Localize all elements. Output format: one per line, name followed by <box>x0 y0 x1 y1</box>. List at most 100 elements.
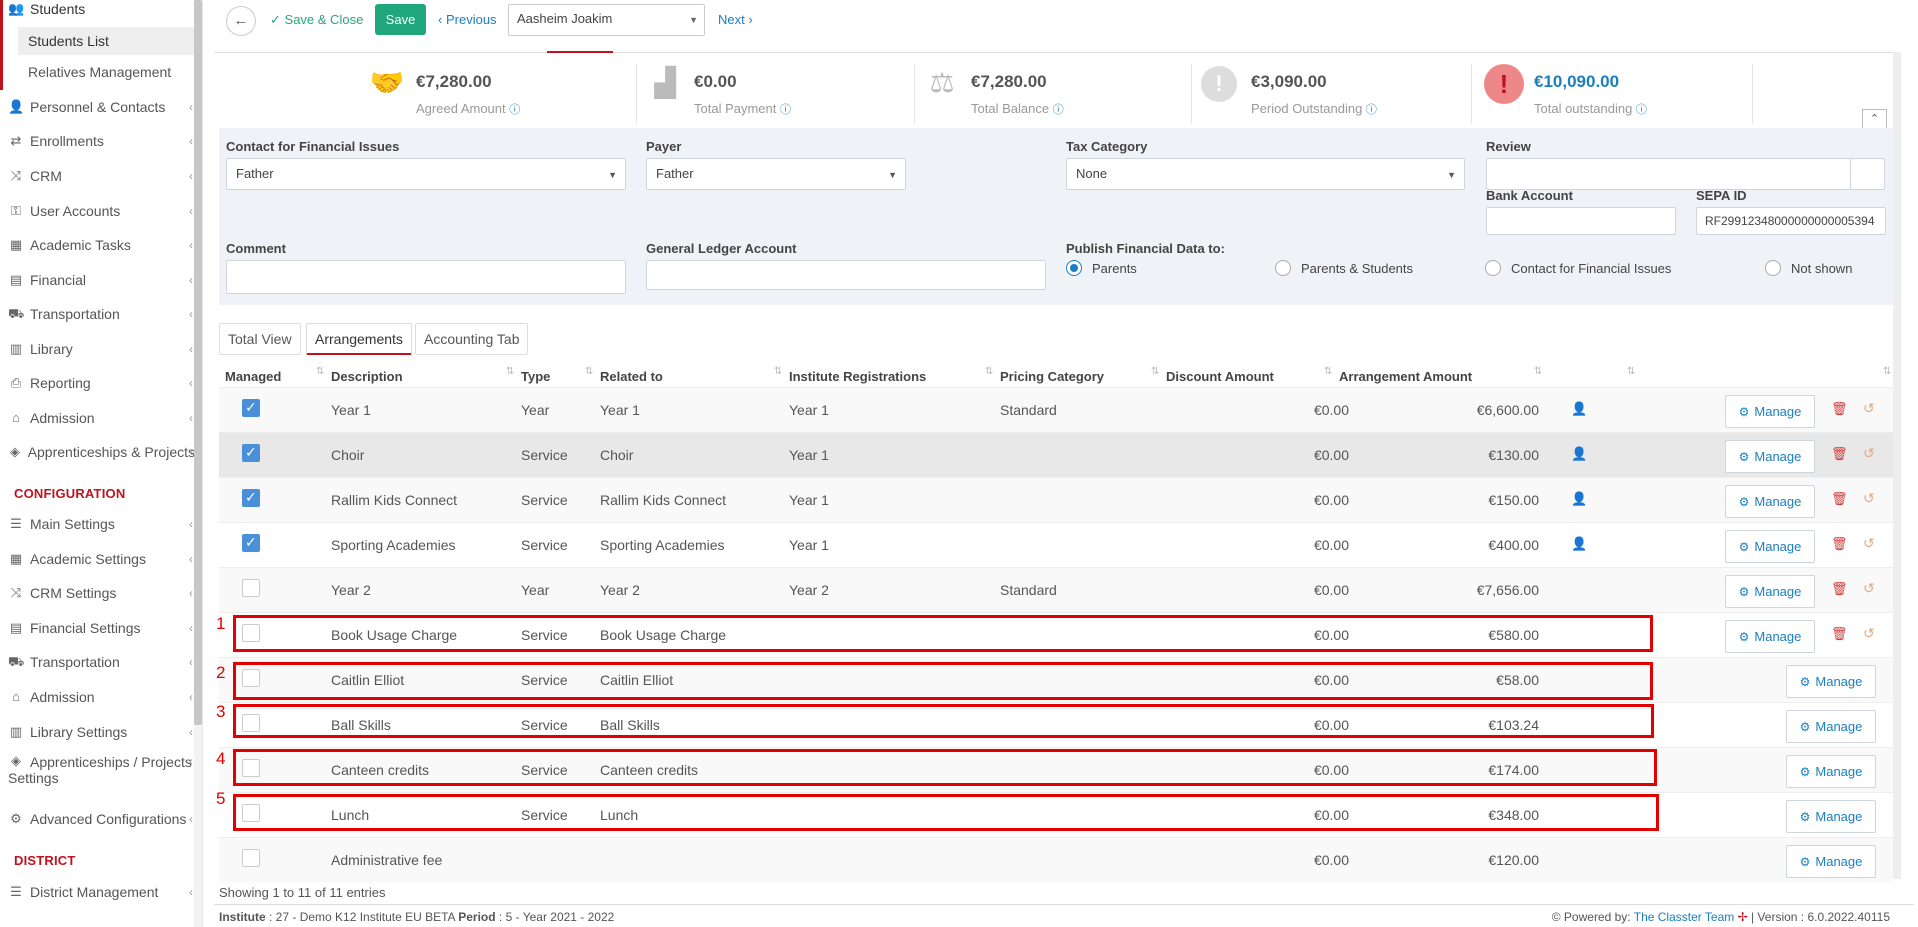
radio-parents[interactable]: Parents <box>1066 260 1137 276</box>
sort-icon[interactable]: ⇅ <box>506 366 514 377</box>
sidebar-item-admission[interactable]: ⌂ Admission ‹ <box>0 682 195 712</box>
sort-icon[interactable]: ⇅ <box>1627 366 1635 377</box>
save-close-button[interactable]: ✓ Save & Close <box>270 12 363 28</box>
sidebar-item-financial[interactable]: ▤ Financial ‹ <box>0 265 195 295</box>
sidebar-item-advanced-configurations[interactable]: ⚙ Advanced Configurations ‹ <box>0 804 195 834</box>
sort-icon[interactable]: ⇅ <box>1534 366 1542 377</box>
managed-checkbox[interactable] <box>242 849 260 867</box>
sort-icon[interactable]: ⇅ <box>316 366 324 377</box>
tab-total-view[interactable]: Total View <box>219 323 301 355</box>
user-assign-icon[interactable]: 👤 <box>1571 401 1587 417</box>
header-type[interactable]: Type <box>521 369 550 384</box>
sidebar-item-user-accounts[interactable]: ⚿ User Accounts ‹ <box>0 196 195 226</box>
table-row[interactable]: Administrative fee €0.00 €120.00 ⚙ Manag… <box>219 837 1893 882</box>
manage-button[interactable]: ⚙ Manage <box>1725 620 1815 653</box>
sort-icon[interactable]: ⇅ <box>774 366 782 377</box>
bank-account-input[interactable] <box>1486 207 1676 235</box>
sidebar-item-personnel-contacts[interactable]: 👤 Personnel & Contacts ‹ <box>0 92 195 122</box>
info-icon[interactable]: ⓘ <box>509 104 520 116</box>
trash-icon[interactable]: 🗑 <box>1831 536 1848 552</box>
managed-checkbox[interactable] <box>242 489 260 507</box>
collapse-button[interactable]: ⌃ <box>1862 109 1887 129</box>
user-assign-icon[interactable]: 👤 <box>1571 491 1587 507</box>
radio-not-shown[interactable]: Not shown <box>1765 260 1852 276</box>
sepa-id-input[interactable]: RF29912348000000000005394 <box>1696 207 1886 235</box>
next-button[interactable]: Next › <box>718 12 753 27</box>
tab-arrangements[interactable]: Arrangements <box>306 323 412 355</box>
history-icon[interactable]: ↺ <box>1863 535 1875 552</box>
previous-button[interactable]: ‹ Previous <box>438 12 497 27</box>
trash-icon[interactable]: 🗑 <box>1831 626 1848 642</box>
sidebar-item-transportation[interactable]: ⛟ Transportation ‹ <box>0 299 195 329</box>
manage-button[interactable]: ⚙ Manage <box>1786 710 1876 743</box>
sidebar-item-transportation[interactable]: ⛟ Transportation ‹ <box>0 647 195 677</box>
trash-icon[interactable]: 🗑 <box>1831 446 1848 462</box>
managed-checkbox[interactable] <box>242 399 260 417</box>
content-scrollbar[interactable] <box>1893 52 1901 879</box>
sidebar-item-apprenticeships-projects[interactable]: ◈ Apprenticeships & Projects ‹ <box>0 437 195 467</box>
sort-icon[interactable]: ⇅ <box>585 366 593 377</box>
classter-team-link[interactable]: The Classter Team <box>1634 910 1734 924</box>
manage-button[interactable]: ⚙ Manage <box>1725 440 1815 473</box>
sidebar-scrollbar-thumb[interactable] <box>194 0 202 725</box>
history-icon[interactable]: ↺ <box>1863 400 1875 417</box>
sidebar-item-relatives[interactable]: Relatives Management <box>18 58 202 86</box>
manage-button[interactable]: ⚙ Manage <box>1725 530 1815 563</box>
radio-parents-students[interactable]: Parents & Students <box>1275 260 1413 276</box>
sidebar-item-library[interactable]: ▥ Library ‹ <box>0 334 195 364</box>
sidebar-item-students[interactable]: 👥 Students <box>0 0 195 24</box>
comment-input[interactable] <box>226 260 626 294</box>
review-addon[interactable] <box>1850 158 1885 190</box>
sidebar-item-main-settings[interactable]: ☰ Main Settings ‹ <box>0 509 195 539</box>
user-assign-icon[interactable]: 👤 <box>1571 446 1587 462</box>
back-button[interactable]: ← <box>226 6 256 36</box>
sidebar-item-reporting[interactable]: ⎙ Reporting ‹ <box>0 368 195 398</box>
header-description[interactable]: Description <box>331 369 403 384</box>
trash-icon[interactable]: 🗑 <box>1831 401 1848 417</box>
tab-accounting[interactable]: Accounting Tab <box>415 323 529 355</box>
header-arrangement-amount[interactable]: Arrangement Amount <box>1339 369 1472 384</box>
table-row[interactable]: Choir Service Choir Year 1 €0.00 €130.00… <box>219 432 1893 477</box>
contact-select[interactable]: Father ▼ <box>226 158 626 190</box>
history-icon[interactable]: ↺ <box>1863 445 1875 462</box>
header-related-to[interactable]: Related to <box>600 369 663 384</box>
managed-checkbox[interactable] <box>242 579 260 597</box>
sidebar-item-crm[interactable]: ⤨ CRM ‹ <box>0 161 195 191</box>
sidebar-item-library-settings[interactable]: ▥ Library Settings ‹ <box>0 717 195 747</box>
table-row[interactable]: Year 2 Year Year 2 Year 2 Standard €0.00… <box>219 567 1893 612</box>
header-discount-amount[interactable]: Discount Amount <box>1166 369 1274 384</box>
table-row[interactable]: Year 1 Year Year 1 Year 1 Standard €0.00… <box>219 387 1893 432</box>
table-row[interactable]: Sporting Academies Service Sporting Acad… <box>219 522 1893 567</box>
sort-icon[interactable]: ⇅ <box>1151 366 1159 377</box>
sidebar-item-academic-settings[interactable]: ▦ Academic Settings ‹ <box>0 544 195 574</box>
radio-contact-financial[interactable]: Contact for Financial Issues <box>1485 260 1671 276</box>
sidebar-item-academic-tasks[interactable]: ▦ Academic Tasks ‹ <box>0 230 195 260</box>
managed-checkbox[interactable] <box>242 444 260 462</box>
manage-button[interactable]: ⚙ Manage <box>1786 845 1876 878</box>
manage-button[interactable]: ⚙ Manage <box>1725 485 1815 518</box>
history-icon[interactable]: ↺ <box>1863 490 1875 507</box>
sidebar-item-crm-settings[interactable]: ⤨ CRM Settings ‹ <box>0 578 195 608</box>
header-institute-registrations[interactable]: Institute Registrations <box>789 369 926 384</box>
sidebar-item-apprenticeships-projects[interactable]: ◈ Apprenticeships / Projects Settings ‹ <box>0 754 195 790</box>
manage-button[interactable]: ⚙ Manage <box>1786 755 1876 788</box>
info-icon[interactable]: ⓘ <box>780 104 791 116</box>
manage-button[interactable]: ⚙ Manage <box>1786 665 1876 698</box>
tax-category-select[interactable]: None ▼ <box>1066 158 1465 190</box>
info-icon[interactable]: ⓘ <box>1366 104 1377 116</box>
header-pricing-category[interactable]: Pricing Category <box>1000 369 1104 384</box>
header-managed[interactable]: Managed <box>225 369 281 384</box>
gl-account-input[interactable] <box>646 260 1046 290</box>
sort-icon[interactable]: ⇅ <box>1324 366 1332 377</box>
info-icon[interactable]: ⓘ <box>1053 104 1064 116</box>
history-icon[interactable]: ↺ <box>1863 580 1875 597</box>
student-select[interactable]: Aasheim Joakim ▼ <box>508 4 705 36</box>
sidebar-item-admission[interactable]: ⌂ Admission ‹ <box>0 403 195 433</box>
sidebar-item-district-management[interactable]: ☰ District Management ‹ <box>0 877 195 907</box>
save-button[interactable]: Save <box>375 4 426 35</box>
payer-select[interactable]: Father ▼ <box>646 158 906 190</box>
user-assign-icon[interactable]: 👤 <box>1571 536 1587 552</box>
info-icon[interactable]: ⓘ <box>1636 104 1647 116</box>
sort-icon[interactable]: ⇅ <box>1883 366 1891 377</box>
sidebar-item-enrollments[interactable]: ⇄ Enrollments ‹ <box>0 126 195 156</box>
